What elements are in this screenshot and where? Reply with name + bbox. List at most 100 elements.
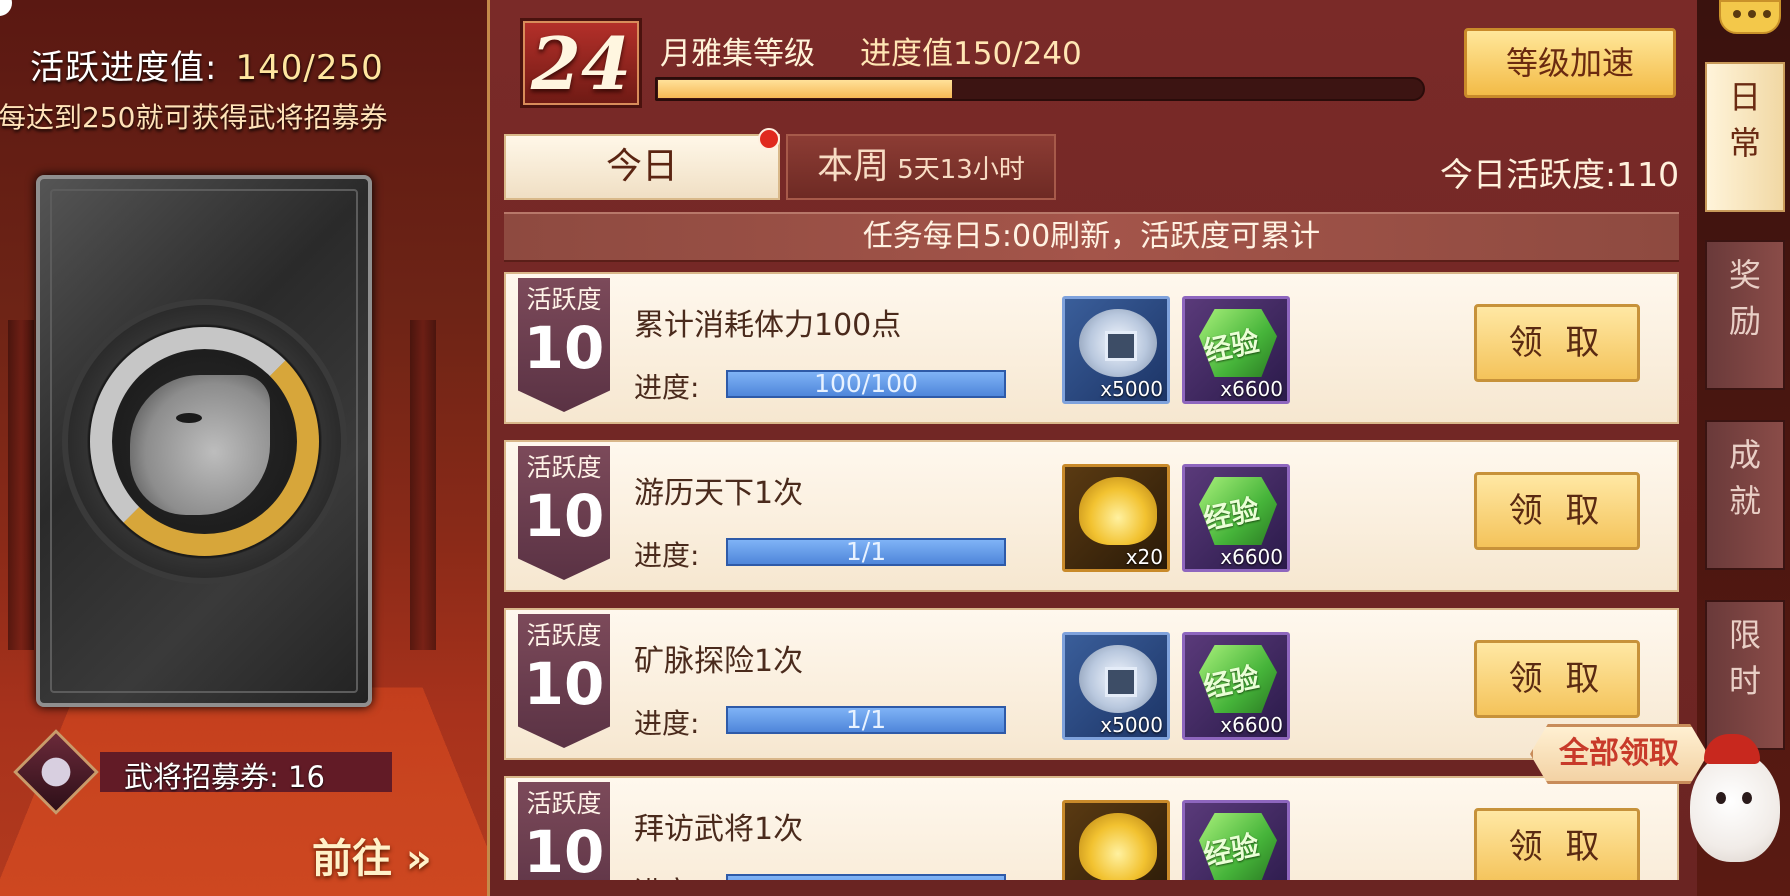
badge-title: 活跃度 bbox=[518, 280, 610, 316]
reward-item[interactable]: 经验 bbox=[1182, 800, 1290, 880]
recruit-progress-panel: 活跃进度值: 140/250 每达到250就可获得武将招募券 武将招募券: 16 … bbox=[0, 0, 487, 896]
level-progress-text: 进度值150/240 bbox=[860, 28, 1082, 73]
chat-icon[interactable] bbox=[1719, 0, 1781, 34]
claim-button[interactable]: 领 取 bbox=[1474, 640, 1640, 718]
activity-points-badge: 活跃度 10 bbox=[518, 446, 610, 580]
recruit-ticket-row: 武将招募券: 16 bbox=[14, 730, 374, 814]
activity-reward-hint: 每达到250就可获得武将招募券 bbox=[0, 96, 387, 136]
sidebar-tab[interactable]: 限 时 bbox=[1705, 600, 1785, 750]
activity-points-badge: 活跃度 10 bbox=[518, 782, 610, 880]
activity-progress: 活跃进度值: 140/250 bbox=[30, 40, 384, 89]
level-badge: 24 bbox=[520, 18, 642, 108]
level-progress-fill bbox=[658, 80, 952, 98]
sidebar-tab[interactable]: 日 常 bbox=[1705, 62, 1785, 212]
claim-all-button[interactable]: 全部领取 bbox=[1530, 724, 1708, 784]
task-progress-bar: 100/100 bbox=[726, 370, 1006, 398]
tab-week-timer: 5天13小时 bbox=[897, 155, 1025, 185]
reward-count: x20 bbox=[1126, 545, 1163, 569]
coin-icon bbox=[1079, 645, 1157, 713]
reward-item[interactable]: 经验 x6600 bbox=[1182, 464, 1290, 572]
claim-button[interactable]: 领 取 bbox=[1474, 808, 1640, 880]
activity-progress-label: 活跃进度值: bbox=[30, 48, 217, 88]
task-progress-label: 进度: bbox=[634, 534, 699, 574]
task-name: 累计消耗体力100点 bbox=[634, 300, 901, 344]
mascot-cat bbox=[1690, 752, 1780, 862]
badge-value: 10 bbox=[518, 650, 610, 718]
reward-count: x6600 bbox=[1220, 377, 1283, 401]
exp-gem-icon: 经验 bbox=[1199, 477, 1277, 545]
task-progress-text: 1/1 bbox=[728, 540, 1004, 564]
reward-item[interactable] bbox=[1062, 800, 1170, 880]
exp-label: 经验 bbox=[1199, 656, 1262, 707]
corner-dot bbox=[0, 0, 12, 16]
dragon-eye bbox=[176, 413, 202, 423]
tab-week[interactable]: 本周 5天13小时 bbox=[786, 134, 1056, 200]
badge-title: 活跃度 bbox=[518, 784, 610, 820]
exp-label: 经验 bbox=[1199, 824, 1262, 875]
task-progress-text: 1/1 bbox=[728, 708, 1004, 732]
reward-count: x6600 bbox=[1220, 713, 1283, 737]
exp-label: 经验 bbox=[1199, 488, 1262, 539]
badge-value: 10 bbox=[518, 314, 610, 382]
badge-title: 活跃度 bbox=[518, 616, 610, 652]
task-name: 游历天下1次 bbox=[634, 468, 803, 512]
level-progress-bar bbox=[655, 77, 1425, 101]
gold-ingot-icon bbox=[1079, 813, 1157, 880]
tab-today-label: 今日 bbox=[606, 146, 678, 187]
level-number: 24 bbox=[523, 21, 639, 107]
level-boost-button[interactable]: 等级加速 bbox=[1464, 28, 1676, 98]
reward-item[interactable]: 经验 x6600 bbox=[1182, 296, 1290, 404]
reward-count: x5000 bbox=[1100, 377, 1163, 401]
task-progress-bar: 1/1 bbox=[726, 538, 1006, 566]
claim-button[interactable]: 领 取 bbox=[1474, 304, 1640, 382]
coin-icon bbox=[1079, 309, 1157, 377]
level-title: 月雅集等级 bbox=[660, 28, 815, 73]
dragon-emblem-icon bbox=[62, 299, 347, 584]
exp-gem-icon: 经验 bbox=[1199, 813, 1277, 880]
sidebar-tab[interactable]: 奖 励 bbox=[1705, 240, 1785, 390]
task-progress-label: 进度: bbox=[634, 366, 699, 406]
notification-dot bbox=[758, 128, 780, 150]
tab-week-label: 本周 bbox=[817, 146, 889, 187]
badge-title: 活跃度 bbox=[518, 448, 610, 484]
dragon-head bbox=[130, 375, 270, 515]
task-row: 活跃度 10 累计消耗体力100点 进度: 100/100 x5000 经验 x… bbox=[504, 272, 1679, 424]
reward-count: x5000 bbox=[1100, 713, 1163, 737]
task-name: 拜访武将1次 bbox=[634, 804, 803, 848]
activity-points-badge: 活跃度 10 bbox=[518, 614, 610, 748]
exp-gem-icon: 经验 bbox=[1199, 645, 1277, 713]
task-progress-fill bbox=[728, 876, 1004, 880]
reward-item[interactable]: x5000 bbox=[1062, 296, 1170, 404]
task-progress-label: 进度: bbox=[634, 870, 699, 880]
task-list: 活跃度 10 累计消耗体力100点 进度: 100/100 x5000 经验 x… bbox=[504, 272, 1679, 880]
claim-button[interactable]: 领 取 bbox=[1474, 472, 1640, 550]
daily-tasks-panel: 24 月雅集等级 进度值150/240 等级加速 今日 本周 5天13小时 今日活… bbox=[487, 0, 1697, 896]
today-activity: 今日活跃度:110 bbox=[1440, 148, 1679, 196]
task-row: 活跃度 10 游历天下1次 进度: 1/1 x20 经验 x6600 领 取 bbox=[504, 440, 1679, 592]
task-row: 活跃度 10 矿脉探险1次 进度: 1/1 x5000 经验 x6600 领 取 bbox=[504, 608, 1679, 760]
refresh-notice: 任务每日5:00刷新，活跃度可累计 bbox=[504, 212, 1679, 262]
recruit-ticket-icon bbox=[13, 729, 99, 815]
ticket-value: 16 bbox=[288, 760, 325, 794]
task-progress-bar: 1/1 bbox=[726, 706, 1006, 734]
reward-item[interactable]: x5000 bbox=[1062, 632, 1170, 740]
activity-points-badge: 活跃度 10 bbox=[518, 278, 610, 412]
hall-pillar bbox=[410, 320, 436, 650]
recruit-card bbox=[36, 175, 372, 707]
reward-count: x6600 bbox=[1220, 545, 1283, 569]
reward-item[interactable]: x20 bbox=[1062, 464, 1170, 572]
badge-value: 10 bbox=[518, 818, 610, 880]
task-progress-bar bbox=[726, 874, 1006, 880]
task-name: 矿脉探险1次 bbox=[634, 636, 803, 680]
reward-item[interactable]: 经验 x6600 bbox=[1182, 632, 1290, 740]
exp-gem-icon: 经验 bbox=[1199, 309, 1277, 377]
sidebar-tab[interactable]: 成 就 bbox=[1705, 420, 1785, 570]
hall-pillar bbox=[8, 320, 34, 650]
badge-value: 10 bbox=[518, 482, 610, 550]
exp-label: 经验 bbox=[1199, 320, 1262, 371]
activity-progress-value: 140/250 bbox=[235, 48, 383, 88]
ticket-label: 武将招募券: bbox=[124, 760, 279, 794]
gold-ingot-icon bbox=[1079, 477, 1157, 545]
goto-button[interactable]: 前往 » bbox=[312, 826, 432, 884]
tab-today[interactable]: 今日 bbox=[504, 134, 780, 200]
